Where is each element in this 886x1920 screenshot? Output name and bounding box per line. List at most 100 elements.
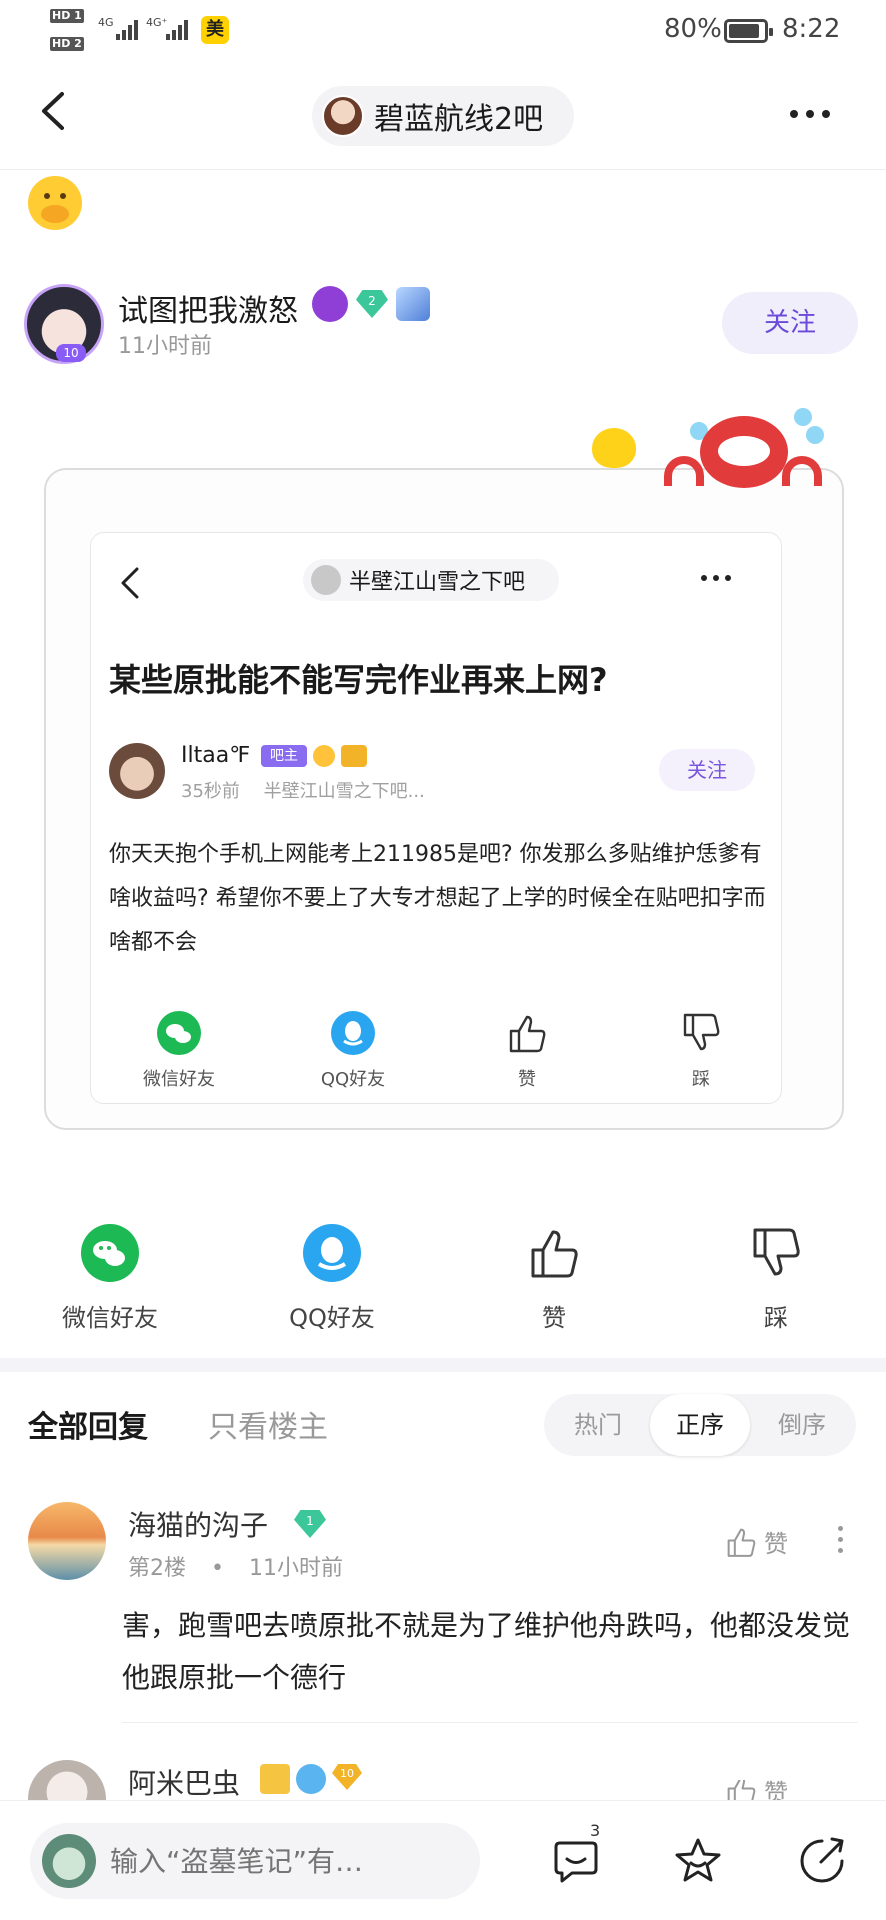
bottom-bar: 3 bbox=[0, 1800, 886, 1920]
embedded-like: 赞 bbox=[467, 1011, 587, 1091]
thumbs-up-icon bbox=[727, 1780, 756, 1800]
embedded-user-meta: 35秒前 半壁江山雪之下吧... bbox=[181, 777, 425, 803]
embedded-dislike: 踩 bbox=[641, 1011, 761, 1091]
comment-more-button[interactable] bbox=[838, 1526, 843, 1553]
comment-like-label: 赞 bbox=[764, 1530, 788, 1558]
wechat-icon bbox=[157, 1011, 201, 1055]
comment-floor: 第2楼 bbox=[128, 1556, 186, 1581]
author-badges: 2 bbox=[312, 286, 430, 322]
chevron-left-icon bbox=[42, 92, 64, 130]
status-bar: HD 1 HD 2 4G 4G⁺ 美 80% 8:22 bbox=[0, 0, 886, 64]
share-wechat-label: 微信好友 bbox=[62, 1304, 158, 1332]
tab-all-replies[interactable]: 全部回复 bbox=[28, 1402, 148, 1446]
hand-over-mouth-emoji-icon bbox=[28, 176, 82, 230]
share-row: 微信好友 QQ好友 赞 踩 bbox=[0, 1224, 886, 1344]
embedded-more-icon bbox=[701, 575, 731, 581]
forum-name: 碧蓝航线2吧 bbox=[374, 102, 544, 137]
rubber-duck-icon bbox=[592, 428, 636, 468]
sort-segmented-control: 热门 正序 倒序 bbox=[544, 1394, 856, 1456]
thumbs-up-icon bbox=[509, 1015, 546, 1053]
thumbs-down-icon bbox=[683, 1013, 720, 1051]
embedded-post-body: 你天天抱个手机上网能考上211985是吧? 你发那么多贴维护恁爹有啥收益吗? 希… bbox=[109, 842, 766, 955]
embedded-screenshot: 半壁江山雪之下吧 某些原批能不能写完作业再来上网? Iltaa℉ 吧主 35秒前… bbox=[90, 532, 782, 1104]
embedded-user-name: Iltaa℉ bbox=[181, 743, 251, 768]
star-icon[interactable] bbox=[672, 1835, 724, 1887]
embedded-leo-icon bbox=[341, 745, 367, 767]
like-button[interactable]: 赞 bbox=[474, 1224, 634, 1333]
beer-emoji-icon bbox=[260, 1764, 290, 1794]
signal-label-2: 4G⁺ bbox=[146, 16, 168, 29]
share-qq-button[interactable]: QQ好友 bbox=[252, 1224, 412, 1333]
comment-text: 害，跑雪吧去喷原批不就是为了维护他舟跌吗，他都没发觉他跟原批一个德行 bbox=[122, 1609, 851, 1694]
comment-meta: 第2楼 • 11小时前 bbox=[128, 1550, 343, 1582]
comment-like-button[interactable]: 赞 bbox=[724, 1780, 788, 1800]
back-button[interactable] bbox=[30, 86, 80, 136]
battery-percent: 80% bbox=[664, 14, 722, 44]
embedded-user-avatar bbox=[109, 743, 165, 799]
embedded-meta-time: 35秒前 bbox=[181, 781, 240, 802]
sort-ascending-button[interactable]: 正序 bbox=[650, 1394, 750, 1456]
embedded-forum-name: 半壁江山雪之下吧 bbox=[349, 570, 526, 595]
follow-button[interactable]: 关注 bbox=[722, 292, 858, 354]
comment-like-label: 赞 bbox=[764, 1780, 788, 1800]
signal-label-1: 4G bbox=[98, 16, 114, 29]
share-icon[interactable] bbox=[796, 1835, 848, 1887]
embedded-like-label: 赞 bbox=[518, 1069, 536, 1090]
comment-avatar[interactable] bbox=[28, 1760, 106, 1800]
comment-author-name[interactable]: 海猫的沟子 bbox=[128, 1504, 268, 1544]
embedded-dislike-label: 踩 bbox=[692, 1069, 710, 1090]
embedded-post-title: 某些原批能不能写完作业再来上网? bbox=[109, 661, 608, 699]
embedded-wechat: 微信好友 bbox=[119, 1011, 239, 1091]
embedded-owner-badge: 吧主 bbox=[261, 745, 307, 767]
more-options-button[interactable] bbox=[780, 94, 840, 134]
tab-owner-only[interactable]: 只看楼主 bbox=[208, 1402, 328, 1446]
wechat-icon bbox=[81, 1224, 139, 1282]
crab-sticker-icon bbox=[660, 408, 830, 490]
battery-icon bbox=[724, 19, 773, 43]
sort-descending-button[interactable]: 倒序 bbox=[752, 1394, 852, 1456]
author-name[interactable]: 试图把我激怒 bbox=[118, 286, 298, 330]
sword-badge-icon bbox=[396, 287, 430, 321]
reply-input[interactable] bbox=[110, 1844, 450, 1878]
hd1-indicator: HD 1 bbox=[50, 9, 84, 23]
signal-icon-1 bbox=[116, 18, 138, 40]
level-gem-icon: 2 bbox=[356, 290, 388, 318]
my-avatar bbox=[42, 1834, 96, 1888]
reply-input-pill[interactable] bbox=[30, 1823, 480, 1899]
comment-divider bbox=[122, 1722, 858, 1723]
qq-icon bbox=[331, 1011, 375, 1055]
embedded-follow-button: 关注 bbox=[659, 749, 755, 791]
comment-author-name[interactable]: 阿米巴虫 bbox=[128, 1762, 240, 1802]
comment-level-gem-icon: 1 bbox=[294, 1510, 326, 1538]
hd2-indicator: HD 2 bbox=[50, 37, 84, 51]
thumbs-up-icon bbox=[531, 1230, 578, 1278]
comment-icon[interactable] bbox=[550, 1835, 602, 1887]
share-wechat-button[interactable]: 微信好友 bbox=[30, 1224, 190, 1333]
embedded-gem-icon bbox=[313, 745, 335, 767]
embedded-qq: QQ好友 bbox=[293, 1011, 413, 1091]
thumbs-down-icon bbox=[753, 1228, 800, 1276]
sweat-drops-emoji-icon bbox=[296, 1764, 326, 1794]
embedded-wechat-label: 微信好友 bbox=[143, 1069, 215, 1090]
clock: 8:22 bbox=[782, 14, 841, 44]
forum-pill[interactable]: 碧蓝航线2吧 bbox=[312, 86, 574, 146]
comment-avatar[interactable] bbox=[28, 1502, 106, 1580]
comment-emoji-badges: 10 bbox=[260, 1764, 362, 1794]
qq-icon bbox=[303, 1224, 361, 1282]
embedded-meta-forum: 半壁江山雪之下吧... bbox=[263, 781, 425, 802]
devil-emoji-icon bbox=[312, 286, 348, 322]
meituan-icon: 美 bbox=[201, 16, 229, 44]
comment-meta-dot: • bbox=[211, 1556, 224, 1581]
section-divider bbox=[0, 1358, 886, 1372]
comment-like-button[interactable]: 赞 bbox=[724, 1524, 788, 1559]
embedded-back-icon bbox=[115, 563, 145, 603]
forum-avatar bbox=[322, 95, 364, 137]
comment-count: 3 bbox=[590, 1821, 601, 1840]
dislike-button[interactable]: 踩 bbox=[696, 1224, 856, 1333]
comment-time: 11小时前 bbox=[248, 1556, 343, 1581]
sort-hot-button[interactable]: 热门 bbox=[548, 1394, 648, 1456]
top-nav: 碧蓝航线2吧 bbox=[0, 64, 886, 170]
signal-icon-2 bbox=[166, 18, 188, 40]
embedded-qq-label: QQ好友 bbox=[320, 1069, 386, 1090]
author-level-badge: 10 bbox=[56, 344, 86, 362]
